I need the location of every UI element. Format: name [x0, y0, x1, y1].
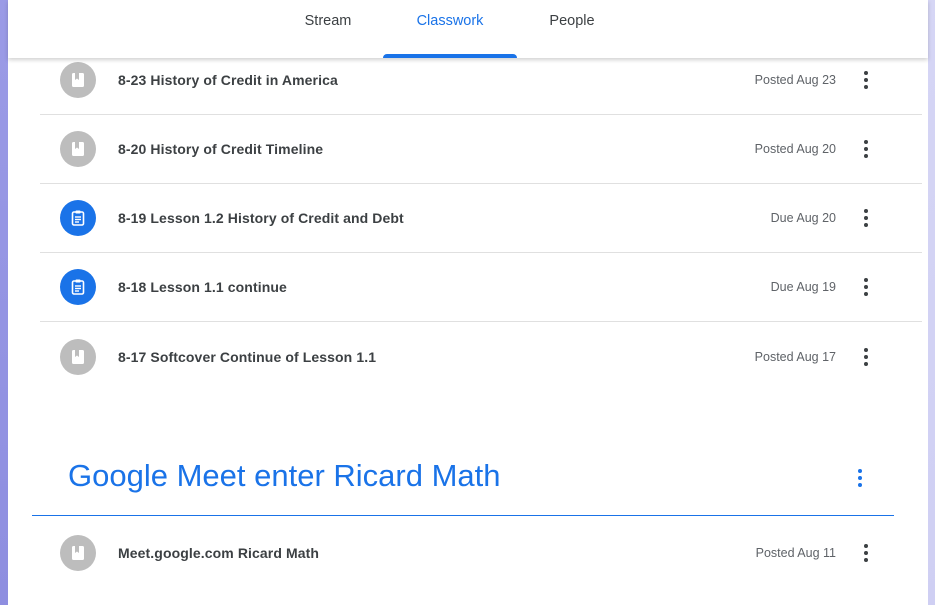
- more-options-icon[interactable]: [854, 206, 878, 230]
- more-options-icon[interactable]: [854, 541, 878, 565]
- classwork-list: 8-23 History of Credit in America Posted…: [40, 46, 922, 391]
- item-title: 8-17 Softcover Continue of Lesson 1.1: [118, 348, 377, 365]
- list-item[interactable]: 8-19 Lesson 1.2 History of Credit and De…: [40, 184, 922, 253]
- more-options-icon[interactable]: [854, 345, 878, 369]
- assignment-clipboard-icon: [60, 269, 96, 305]
- item-title: 8-19 Lesson 1.2 History of Credit and De…: [118, 210, 404, 226]
- topic-title: Google Meet enter Ricard Math: [68, 458, 501, 493]
- active-tab-indicator: [383, 54, 517, 58]
- tab-bar: Stream Classwork People: [8, 0, 928, 58]
- item-date: Due Aug 19: [770, 280, 836, 294]
- material-bookmark-icon: [60, 534, 96, 571]
- more-options-icon[interactable]: [854, 275, 878, 299]
- list-item[interactable]: 8-20 History of Credit Timeline Posted A…: [40, 115, 922, 184]
- tab-classwork-label: Classwork: [416, 13, 484, 29]
- tab-classwork[interactable]: Classwork: [383, 0, 517, 58]
- item-title: 8-23 History of Credit in America: [118, 72, 338, 88]
- item-date: Posted Aug 20: [754, 142, 836, 156]
- tab-stream-label: Stream: [304, 13, 352, 29]
- background-edge: [0, 0, 8, 605]
- item-date: Due Aug 20: [770, 211, 836, 225]
- material-bookmark-icon: [60, 338, 96, 375]
- item-title: Meet.google.com Ricard Math: [118, 544, 320, 561]
- list-item[interactable]: Meet.google.com Ricard Math Posted Aug 1…: [40, 518, 922, 587]
- item-date: Posted Aug 23: [754, 73, 836, 87]
- topic-more-options-icon[interactable]: [848, 466, 872, 490]
- tab-stream[interactable]: Stream: [273, 0, 383, 58]
- item-date: Posted Aug 17: [754, 349, 836, 364]
- material-bookmark-icon: [60, 131, 96, 167]
- item-title: 8-20 History of Credit Timeline: [118, 141, 324, 157]
- tab-people[interactable]: People: [517, 0, 627, 58]
- topic-list: Meet.google.com Ricard Math Posted Aug 1…: [40, 518, 922, 587]
- more-options-icon[interactable]: [854, 68, 878, 92]
- assignment-clipboard-icon: [60, 200, 96, 236]
- item-date: Posted Aug 11: [755, 545, 836, 560]
- tab-people-label: People: [549, 13, 595, 29]
- material-bookmark-icon: [60, 62, 96, 98]
- item-title: 8-18 Lesson 1.1 continue: [118, 279, 287, 295]
- more-options-icon[interactable]: [854, 137, 878, 161]
- list-item[interactable]: 8-17 Softcover Continue of Lesson 1.1 Po…: [40, 322, 922, 391]
- list-item[interactable]: 8-18 Lesson 1.1 continue Due Aug 19: [40, 253, 922, 322]
- classwork-page: Stream Classwork People 8-23 History of …: [8, 0, 928, 605]
- topic-header: Google Meet enter Ricard Math: [32, 454, 894, 516]
